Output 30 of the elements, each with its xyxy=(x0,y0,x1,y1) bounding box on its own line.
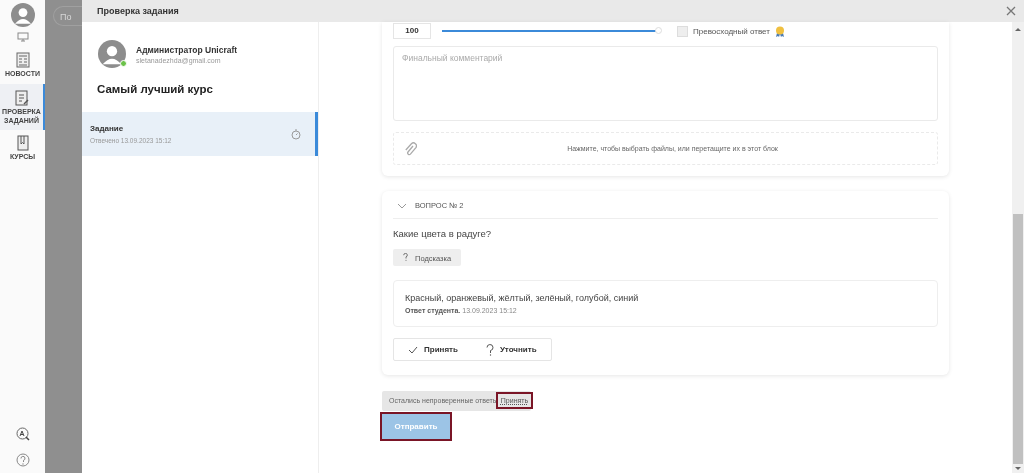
action-button[interactable]: Уточнить xyxy=(479,343,543,356)
paperclip-icon xyxy=(403,140,417,157)
course-title: Самый лучший курс xyxy=(97,83,214,95)
clipboard-icon xyxy=(14,88,29,106)
help-icon[interactable] xyxy=(15,453,30,467)
close-icon[interactable] xyxy=(1006,6,1016,16)
user-name: Администратор Unicraft xyxy=(136,44,238,55)
dialog-title: Проверка задания xyxy=(97,6,179,16)
comment-field[interactable]: Финальный комментарий xyxy=(393,46,938,121)
monitor-icon xyxy=(16,32,29,42)
scrollbar[interactable] xyxy=(1012,22,1024,473)
question-text: Какие цвета в радуге? xyxy=(393,228,493,239)
question-icon xyxy=(485,343,494,356)
scroll-down-icon[interactable] xyxy=(1015,467,1021,471)
question-icon xyxy=(403,252,408,261)
timer-icon xyxy=(291,128,301,140)
checkbox[interactable] xyxy=(677,25,688,37)
action-button[interactable]: Принять xyxy=(402,345,464,354)
user-avatar xyxy=(98,40,126,68)
scroll-up-icon[interactable] xyxy=(1015,27,1021,31)
newspaper-icon xyxy=(15,52,30,68)
answer-text: Красный, оранжевый, жёлтый, зелёный, голубой, синий xyxy=(405,293,640,303)
chevron-icon[interactable] xyxy=(397,202,407,209)
book-icon xyxy=(16,135,29,152)
user-avatar[interactable] xyxy=(10,3,35,27)
score-field[interactable]: 100 xyxy=(393,23,431,39)
checkbox-label: Превосходный ответ xyxy=(693,26,770,36)
check-icon xyxy=(408,345,418,354)
medal-icon xyxy=(774,25,785,37)
translate-icon[interactable] xyxy=(15,427,30,441)
